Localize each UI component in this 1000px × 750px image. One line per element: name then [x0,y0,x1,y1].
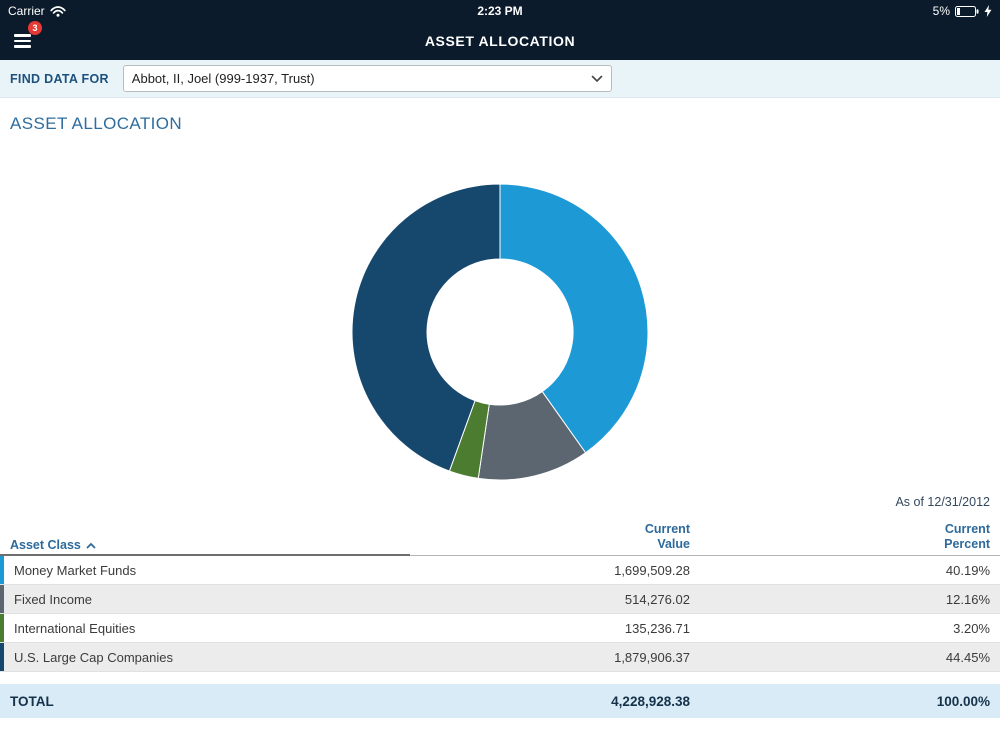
find-data-label: FIND DATA FOR [10,72,109,86]
row-color-indicator [0,556,4,584]
as-of-date: As of 12/31/2012 [0,494,1000,510]
find-data-bar: FIND DATA FOR Abbot, II, Joel (999-1937,… [0,60,1000,98]
charging-bolt-icon [984,5,992,17]
current-percent-cell: 40.19% [700,563,1000,578]
asset-allocation-table: Asset Class Current Value Current Percen… [0,520,1000,718]
total-label: TOTAL [0,694,400,709]
header-current-percent[interactable]: Current Percent [700,522,1000,552]
row-color-indicator [0,585,4,613]
asset-class-cell: Money Market Funds [0,563,400,578]
table-header-row: Asset Class Current Value Current Percen… [0,520,1000,556]
asset-class-cell: U.S. Large Cap Companies [0,650,400,665]
current-percent-cell: 3.20% [700,621,1000,636]
app-screen: Carrier 2:23 PM 5% [0,0,1000,750]
header: Carrier 2:23 PM 5% [0,0,1000,60]
table-row: U.S. Large Cap Companies 1,879,906.37 44… [0,643,1000,672]
battery-icon [955,6,979,17]
current-value-cell: 1,699,509.28 [400,563,700,578]
current-percent-cell: 44.45% [700,650,1000,665]
total-percent: 100.00% [700,694,1000,709]
total-value: 4,228,928.38 [400,694,700,709]
row-color-indicator [0,614,4,642]
header-current-value[interactable]: Current Value [400,522,700,552]
table-row: Fixed Income 514,276.02 12.16% [0,585,1000,614]
hamburger-icon [14,34,31,37]
notification-badge: 3 [28,21,42,35]
header-asset-class[interactable]: Asset Class [0,538,400,552]
asset-class-cell: Fixed Income [0,592,400,607]
row-color-indicator [0,643,4,671]
carrier-label: Carrier [8,4,45,18]
nav-title: ASSET ALLOCATION [0,33,1000,49]
current-value-cell: 1,879,906.37 [400,650,700,665]
menu-button[interactable]: 3 [14,30,40,52]
table-row: International Equities 135,236.71 3.20% [0,614,1000,643]
main-content: ASSET ALLOCATION As of 12/31/2012 Asset … [0,114,1000,718]
table-total-row: TOTAL 4,228,928.38 100.00% [0,684,1000,718]
section-heading: ASSET ALLOCATION [10,114,1000,134]
current-value-cell: 514,276.02 [400,592,700,607]
current-percent-cell: 12.16% [700,592,1000,607]
clock: 2:23 PM [477,4,522,18]
account-select[interactable]: Abbot, II, Joel (999-1937, Trust) [123,65,612,92]
current-value-cell: 135,236.71 [400,621,700,636]
table-row: Money Market Funds 1,699,509.28 40.19% [0,556,1000,585]
asset-class-cell: International Equities [0,621,400,636]
status-bar: Carrier 2:23 PM 5% [0,0,1000,22]
account-select-value: Abbot, II, Joel (999-1937, Trust) [132,71,315,86]
wifi-icon [50,6,66,17]
chart-area [0,172,1000,492]
chevron-down-icon [591,75,603,83]
asset-allocation-donut-chart [340,172,660,492]
battery-percent: 5% [933,4,950,18]
sort-asc-icon [86,542,96,549]
nav-bar: 3 ASSET ALLOCATION [0,22,1000,60]
